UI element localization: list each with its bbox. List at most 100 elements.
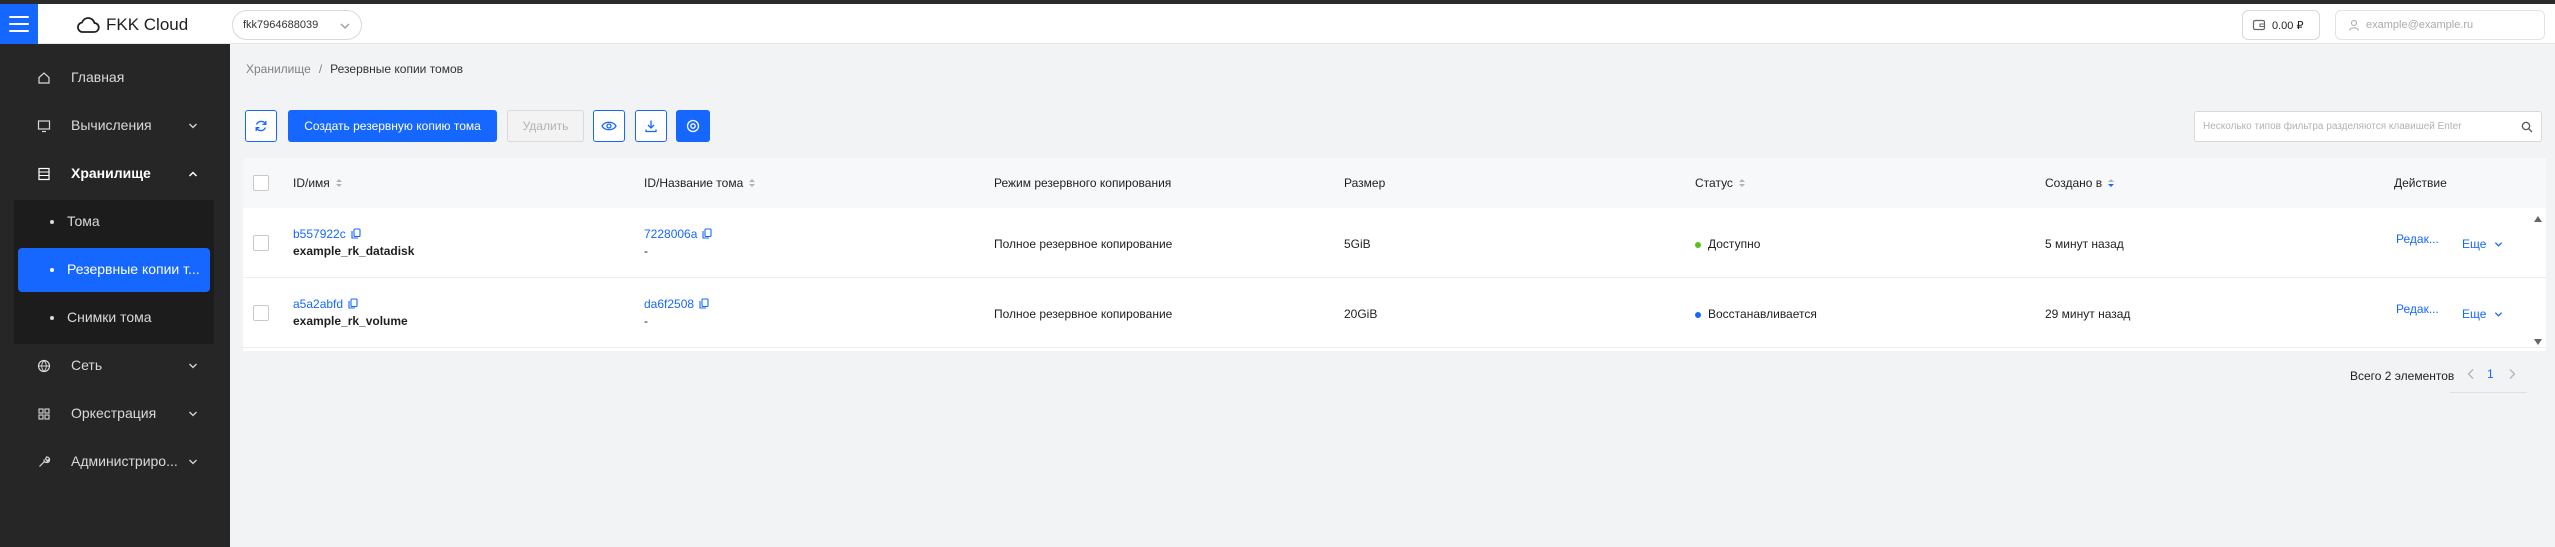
brand-logo[interactable]: FKK Cloud xyxy=(76,14,188,36)
status-text: Восстанавливается xyxy=(1708,307,1817,321)
column-id-name[interactable]: ID/имя xyxy=(293,176,343,190)
download-button[interactable] xyxy=(635,110,667,142)
volume-id-link[interactable]: 7228006a xyxy=(644,227,697,241)
size-value: 5GiB xyxy=(1344,237,1371,251)
column-size: Размер xyxy=(1344,176,1385,190)
download-icon xyxy=(645,120,657,133)
sidebar-item-label: Резервные копии т... xyxy=(67,261,200,277)
edit-button[interactable]: Редак... xyxy=(2396,302,2439,316)
breadcrumb: Хранилище / Резервные копии томов xyxy=(246,62,463,76)
chevron-down-icon xyxy=(189,411,197,417)
chevron-down-icon xyxy=(189,363,197,369)
grid-icon xyxy=(38,408,50,420)
backup-id-link[interactable]: b557922c xyxy=(293,227,346,241)
column-backup-mode: Режим резервного копирования xyxy=(994,176,1171,190)
sidebar-item-label: Хранилище xyxy=(71,165,151,181)
status-text: Доступно xyxy=(1708,237,1761,251)
table-row: a5a2abfd example_rk_volume da6f2508 - По… xyxy=(243,278,2546,348)
backup-id-link[interactable]: a5a2abfd xyxy=(293,297,343,311)
brand-name: FKK Cloud xyxy=(106,15,189,34)
sidebar-item-volume-snapshots[interactable]: Снимки тома xyxy=(14,296,214,340)
sidebar-item-compute[interactable]: Вычисления xyxy=(0,102,230,150)
menu-line xyxy=(9,16,29,18)
sidebar-item-storage[interactable]: Хранилище xyxy=(0,150,230,198)
sidebar-item-label: Тома xyxy=(67,213,100,229)
view-toggle-button[interactable] xyxy=(593,110,625,142)
sidebar-item-administration[interactable]: Администриро... xyxy=(0,438,230,486)
sidebar-item-network[interactable]: Сеть xyxy=(0,342,230,390)
backup-id-cell: a5a2abfd example_rk_volume xyxy=(293,297,408,328)
settings-icon xyxy=(686,119,700,133)
sidebar-item-volume-backups[interactable]: Резервные копии т... xyxy=(18,248,210,292)
chevron-right-icon[interactable] xyxy=(2507,368,2517,380)
column-volume[interactable]: ID/Название тома xyxy=(644,176,756,190)
scroll-up-arrow-icon[interactable] xyxy=(2533,215,2543,223)
scroll-down-arrow-icon[interactable] xyxy=(2533,338,2543,346)
menu-toggle-button[interactable] xyxy=(0,4,38,44)
copy-icon[interactable] xyxy=(702,228,712,239)
project-name: fkk7964688039 xyxy=(243,19,319,31)
sort-desc-icon xyxy=(2108,179,2115,187)
search-input[interactable]: Несколько типов фильтра разделяются клав… xyxy=(2194,111,2542,142)
sidebar-item-label: Вычисления xyxy=(71,117,152,133)
search-placeholder: Несколько типов фильтра разделяются клав… xyxy=(2203,121,2462,132)
delete-button[interactable]: Удалить xyxy=(507,110,584,142)
chevron-down-icon xyxy=(189,459,197,465)
chevron-left-icon[interactable] xyxy=(2466,368,2476,380)
breadcrumb-current: Резервные копии томов xyxy=(330,62,464,76)
more-label: Еще xyxy=(2462,237,2487,251)
column-label: Размер xyxy=(1344,176,1386,190)
sidebar-item-orchestration[interactable]: Оркестрация xyxy=(0,390,230,438)
column-status[interactable]: Статус xyxy=(1695,176,1746,190)
column-label: Создано в xyxy=(2045,176,2103,190)
refresh-button[interactable] xyxy=(245,110,277,142)
settings-button[interactable] xyxy=(676,110,710,142)
backup-id-cell: b557922c example_rk_datadisk xyxy=(293,227,414,258)
pagination-page[interactable]: 1 xyxy=(2487,367,2494,381)
status-cell: Доступно xyxy=(1695,237,1760,251)
created-value: 29 минут назад xyxy=(2045,307,2131,321)
column-label: Режим резервного копирования xyxy=(994,176,1172,190)
search-icon[interactable] xyxy=(2521,121,2533,133)
column-label: ID/Название тома xyxy=(644,176,744,190)
status-cell: Восстанавливается xyxy=(1695,307,1817,321)
globe-icon xyxy=(37,359,51,373)
column-label: ID/имя xyxy=(293,176,330,190)
chevron-up-icon xyxy=(188,171,198,177)
sidebar-item-home[interactable]: Главная xyxy=(0,54,230,102)
created-value: 5 минут назад xyxy=(2045,237,2124,251)
sidebar-item-volumes[interactable]: Тома xyxy=(14,200,214,244)
row-checkbox[interactable] xyxy=(253,305,269,321)
row-checkbox[interactable] xyxy=(253,235,269,251)
eye-icon xyxy=(601,121,617,131)
column-label: Статус xyxy=(1695,176,1733,190)
volume-cell: 7228006a - xyxy=(644,227,712,258)
column-created[interactable]: Создано в xyxy=(2045,176,2115,190)
wallet-icon xyxy=(2252,19,2266,31)
storage-icon xyxy=(38,167,50,181)
copy-icon[interactable] xyxy=(699,298,709,309)
volume-id-link[interactable]: da6f2508 xyxy=(644,297,694,311)
menu-line xyxy=(9,23,29,25)
balance-button[interactable]: 0.00 ₽ xyxy=(2242,10,2320,40)
sort-icon xyxy=(335,179,342,187)
volume-name: - xyxy=(644,314,648,328)
monitor-icon xyxy=(37,120,51,133)
chevron-down-icon xyxy=(340,23,350,29)
select-all-checkbox[interactable] xyxy=(253,175,269,191)
user-menu[interactable]: example@example.ru xyxy=(2335,10,2545,40)
sidebar: Главная Вычисления Хранилище Тома Резерв… xyxy=(0,44,230,547)
copy-icon[interactable] xyxy=(348,298,358,309)
more-actions-button[interactable]: Еще xyxy=(2462,307,2503,321)
breadcrumb-parent[interactable]: Хранилище xyxy=(246,62,311,76)
more-actions-button[interactable]: Еще xyxy=(2462,237,2503,251)
project-selector[interactable]: fkk7964688039 xyxy=(232,10,362,40)
volume-cell: da6f2508 - xyxy=(644,297,709,328)
sidebar-item-label: Сеть xyxy=(71,357,103,373)
backup-name: example_rk_datadisk xyxy=(293,244,415,258)
home-icon xyxy=(38,72,50,84)
copy-icon[interactable] xyxy=(351,228,361,239)
create-backup-button[interactable]: Создать резервную копию тома xyxy=(288,110,497,142)
backup-mode: Полное резервное копирование xyxy=(994,307,1173,321)
edit-button[interactable]: Редак... xyxy=(2396,232,2439,246)
